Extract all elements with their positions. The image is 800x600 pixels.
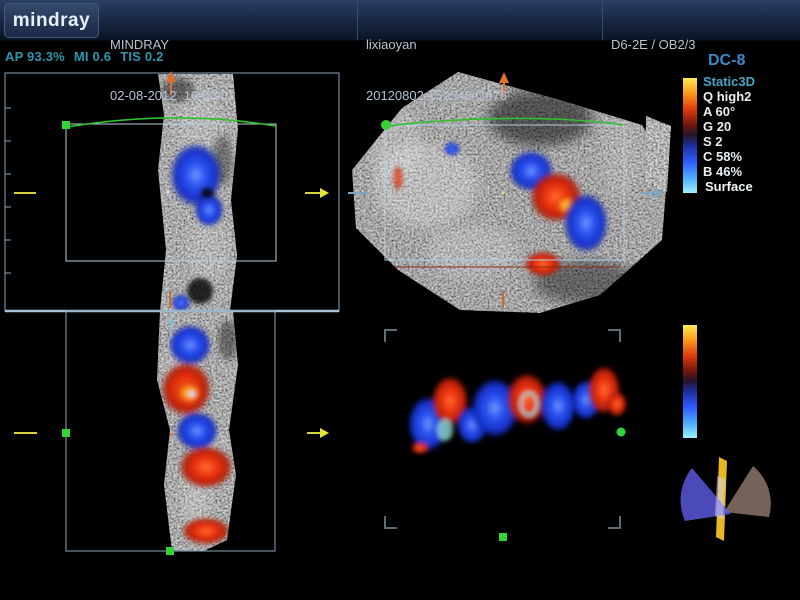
doppler-color-map-bar — [683, 78, 697, 193]
ultrasound-screen: mindray MINDRAY 02-08-2012 16:00:01 lixi… — [0, 0, 800, 600]
param-render-mode: Surface — [703, 179, 799, 194]
system-model: DC-8 — [708, 52, 799, 70]
institution-block: MINDRAY 02-08-2012 16:00:01 — [110, 2, 234, 138]
curve-handle[interactable] — [62, 121, 70, 129]
box-handle-bottom[interactable] — [166, 547, 174, 555]
institution-name: MINDRAY — [110, 36, 234, 53]
box-handle-left[interactable] — [62, 429, 70, 437]
render-handle-right[interactable] — [617, 428, 626, 437]
render-handle-bottom[interactable] — [499, 533, 507, 541]
axis-right-arrowhead — [320, 428, 329, 438]
mindray-logo: mindray — [4, 3, 99, 38]
plane-c-center-dot — [170, 433, 173, 436]
topbar-divider — [602, 0, 603, 40]
corner-bracket-tr — [608, 330, 620, 342]
param-color-pct: C 58% — [703, 149, 799, 164]
probe-orientation-icon — [681, 457, 771, 541]
param-gain: G 20 — [703, 119, 799, 134]
param-smooth: S 2 — [703, 134, 799, 149]
corner-bracket-bl — [385, 516, 397, 528]
exam-id: 20120802-152545-C876 — [366, 87, 507, 104]
imaging-mode: Static3D — [703, 74, 799, 89]
probe-block: D6-2E / OB2/3 — [611, 2, 696, 87]
plane-b-center-dot — [502, 192, 505, 195]
mechanical-index: MI 0.6 — [74, 49, 111, 64]
plane-c-image[interactable] — [150, 308, 245, 554]
axis-right-arrowhead — [320, 188, 329, 198]
patient-block: lixiaoyan 20120802-152545-C876 — [366, 2, 507, 138]
imaging-parameter-panel: DC-8 Static3D Q high2 A 60° G 20 S 2 C 5… — [703, 52, 799, 194]
top-bar: mindray MINDRAY 02-08-2012 16:00:01 lixi… — [0, 0, 800, 41]
logo-text: mindray — [13, 10, 90, 32]
param-b-pct: B 46% — [703, 164, 799, 179]
plane-a-center-dot — [167, 191, 170, 194]
depth-scale-ticks — [5, 108, 11, 273]
exam-datetime: 02-08-2012 16:00:01 — [110, 87, 234, 104]
param-quality: Q high2 — [703, 89, 799, 104]
render-3d-image[interactable] — [407, 365, 627, 454]
probe-preset: D6-2E / OB2/3 — [611, 36, 696, 53]
corner-bracket-tl — [385, 330, 397, 342]
acoustic-power: AP 93.3% — [5, 49, 65, 64]
patient-name: lixiaoyan — [366, 36, 507, 53]
topbar-divider — [357, 0, 358, 40]
render-color-map-bar — [683, 325, 697, 438]
param-angle: A 60° — [703, 104, 799, 119]
corner-bracket-br — [608, 516, 620, 528]
